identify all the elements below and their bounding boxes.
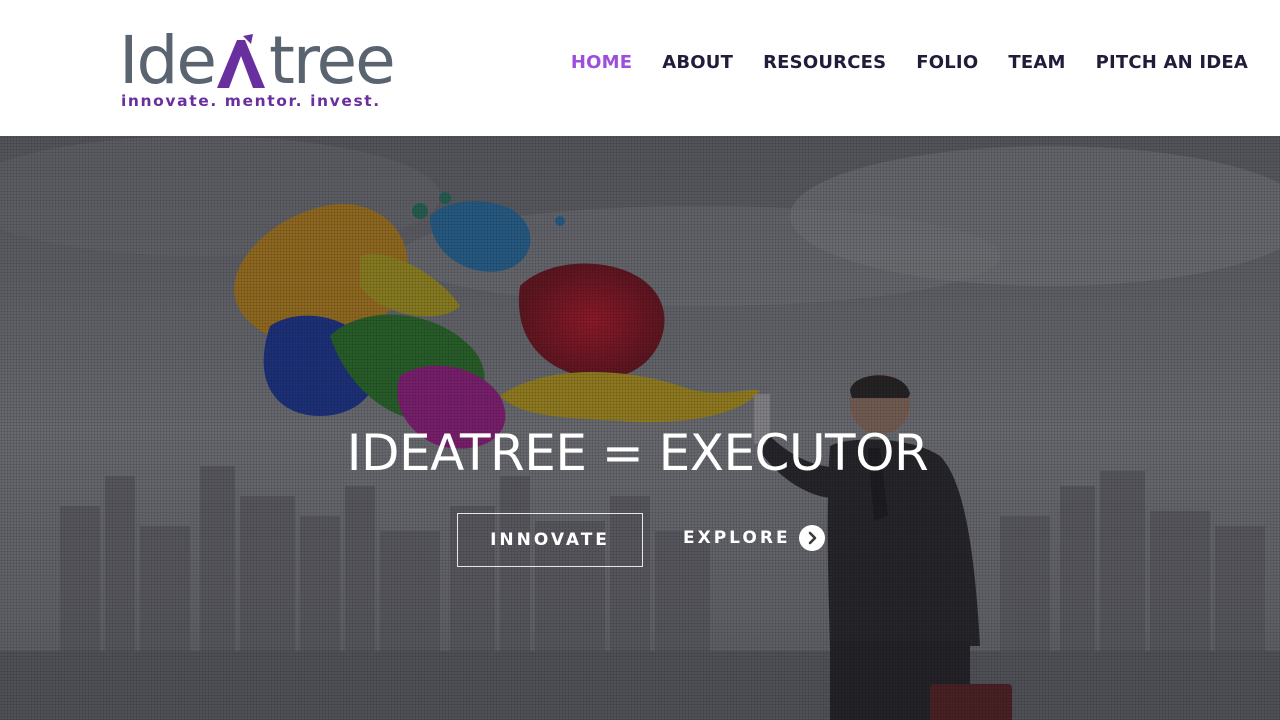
logo-wordmark: Ide tree xyxy=(119,22,396,99)
logo-word-part-ide: Ide xyxy=(119,22,217,99)
logo-word-part-tree: tree xyxy=(268,22,396,99)
site-header: Ide tree innovate. mentor. invest. HOME … xyxy=(0,0,1280,136)
nav-pitch-an-idea[interactable]: PITCH AN IDEA xyxy=(1096,52,1248,73)
innovate-button[interactable]: INNOVATE xyxy=(457,513,643,567)
hero-title-text: IDEATREE = EXECUTOR xyxy=(346,424,929,482)
explore-button[interactable]: EXPLORE xyxy=(683,524,825,552)
explore-button-label: EXPLORE xyxy=(683,528,791,548)
nav-home[interactable]: HOME xyxy=(571,52,632,73)
nav-team[interactable]: TEAM xyxy=(1008,52,1065,73)
logo-a-mark-icon xyxy=(216,34,265,88)
hero-title: IDEATREE = EXECUTOR xyxy=(0,424,1280,482)
hero-section: IDEATREE = EXECUTOR INNOVATE EXPLORE xyxy=(0,136,1280,720)
logo-tagline: innovate. mentor. invest. xyxy=(121,92,381,110)
nav-about[interactable]: ABOUT xyxy=(662,52,733,73)
main-nav: HOME ABOUT RESOURCES FOLIO TEAM PITCH AN… xyxy=(571,52,1248,73)
chevron-right-circle-icon xyxy=(798,525,825,551)
nav-folio[interactable]: FOLIO xyxy=(916,52,978,73)
nav-resources[interactable]: RESOURCES xyxy=(763,52,886,73)
ideatree-logo[interactable]: Ide tree innovate. mentor. invest. xyxy=(119,22,419,112)
